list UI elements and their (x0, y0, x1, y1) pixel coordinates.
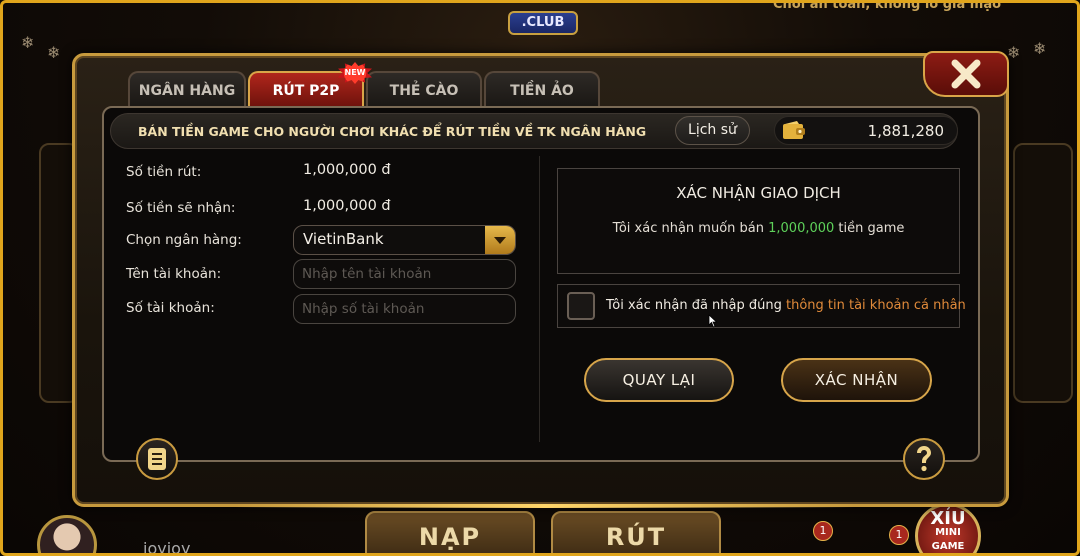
withdraw-button[interactable]: RÚT (551, 511, 721, 553)
dialog-glow (235, 504, 855, 508)
bank-dropdown-button[interactable] (485, 226, 515, 254)
bank-select-value: VietinBank (303, 230, 384, 248)
back-button[interactable]: QUAY LẠI (584, 358, 734, 402)
confirm-checkbox[interactable] (567, 292, 595, 320)
tab-bank[interactable]: NGÂN HÀNG (128, 71, 246, 107)
snowflake-icon: ❄ (47, 43, 61, 62)
bank-label: Chọn ngân hàng: (126, 232, 242, 248)
receive-amount-label: Số tiền sẽ nhận: (126, 200, 236, 216)
notes-button[interactable] (136, 438, 178, 480)
close-button[interactable] (923, 51, 1009, 97)
header-title: BÁN TIỀN GAME CHO NGƯỜI CHƠI KHÁC ĐỂ RÚT… (138, 124, 647, 139)
account-name-label: Tên tài khoản: (126, 266, 222, 282)
balance-value: 1,881,280 (867, 122, 944, 140)
snowflake-icon: ❄ (1033, 39, 1047, 58)
username: joyjoy (143, 539, 191, 556)
mini-game-button[interactable]: XỈU MINI GAME (915, 503, 981, 553)
divider (539, 156, 540, 442)
confirm-text-before: Tôi xác nhận muốn bán (612, 221, 769, 236)
avatar[interactable] (37, 515, 97, 553)
snowflake-icon: ❄ (1007, 43, 1021, 62)
wallet-icon (783, 121, 805, 139)
help-icon (917, 446, 931, 472)
confirm-amount: 1,000,000 (768, 221, 835, 236)
deposit-button[interactable]: NẠP (365, 511, 535, 553)
confirm-text-after: tiền game (834, 221, 905, 236)
mouse-cursor-icon (708, 314, 718, 328)
withdraw-amount-value: 1,000,000 đ (303, 162, 391, 178)
mini-game-line1: XỈU (930, 508, 966, 529)
notification-badge: 1 (813, 521, 833, 541)
account-number-input[interactable]: Nhập số tài khoản (293, 294, 516, 324)
tab-card[interactable]: THẺ CÀO (366, 71, 482, 107)
club-logo: .CLUB (508, 11, 578, 35)
notes-icon (148, 448, 166, 470)
confirm-button[interactable]: XÁC NHẬN (781, 358, 932, 402)
snowflake-icon: ❄ (21, 33, 35, 52)
mini-game-line3: GAME (931, 541, 965, 552)
help-button[interactable] (903, 438, 945, 480)
history-button[interactable]: Lịch sử (675, 116, 750, 145)
account-number-label: Số tài khoản: (126, 300, 215, 316)
receive-amount-value: 1,000,000 đ (303, 198, 391, 214)
confirm-text: Tôi xác nhận muốn bán 1,000,000 tiền gam… (557, 221, 960, 236)
confirm-title: XÁC NHẬN GIAO DỊCH (676, 184, 841, 202)
marquee-text: Chơi an toàn, không lo gia mạo (773, 0, 1002, 12)
lobby-side-card[interactable] (1013, 143, 1073, 403)
account-name-placeholder: Nhập tên tài khoản (302, 266, 432, 282)
tab-crypto[interactable]: TIỀN ẢO (484, 71, 600, 107)
check-highlight: thông tin tài khoản cá nhân (786, 298, 966, 313)
mini-game-line2: MINI (935, 527, 961, 538)
account-number-placeholder: Nhập số tài khoản (302, 301, 425, 317)
close-icon (951, 59, 981, 89)
notification-badge: 1 (889, 525, 909, 545)
withdraw-amount-label: Số tiền rút: (126, 164, 202, 180)
check-text: Tôi xác nhận đã nhập đúng (606, 298, 786, 313)
confirm-check-label[interactable]: Tôi xác nhận đã nhập đúng thông tin tài … (606, 298, 966, 313)
chevron-down-icon (494, 237, 506, 244)
account-name-input[interactable]: Nhập tên tài khoản (293, 259, 516, 289)
